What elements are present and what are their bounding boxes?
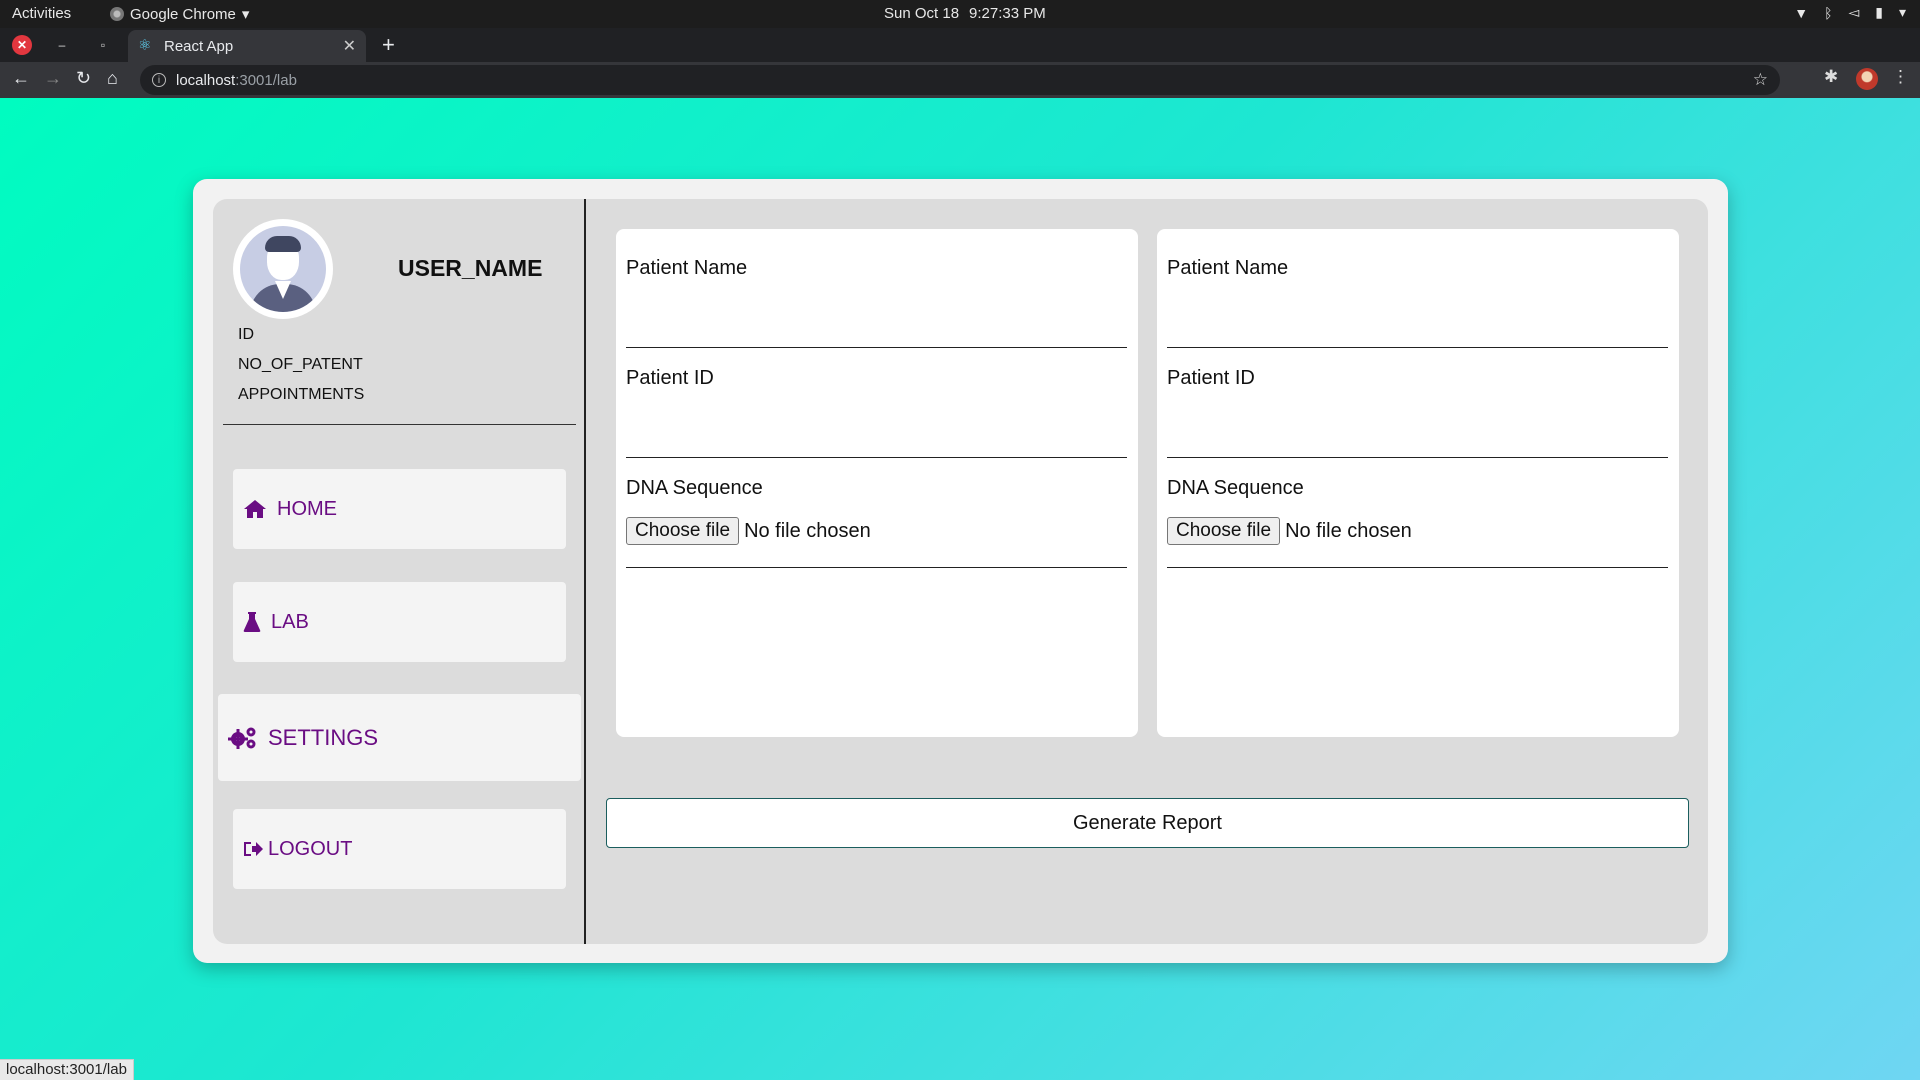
file-status: No file chosen [744, 519, 871, 542]
patient-name-input[interactable] [626, 347, 1127, 348]
generate-report-button[interactable]: Generate Report [606, 798, 1689, 848]
bookmark-star-icon[interactable]: ☆ [1753, 70, 1768, 90]
browser-status-bar: localhost:3001/lab [0, 1059, 134, 1080]
dna-sequence-label: DNA Sequence [1167, 477, 1304, 499]
tab-title: React App [164, 37, 234, 55]
dna-file-input[interactable]: Choose file No file chosen [1167, 517, 1412, 545]
reload-icon[interactable]: ↻ [76, 68, 91, 89]
bluetooth-icon: ᛒ [1824, 4, 1833, 21]
patient-name-label: Patient Name [626, 257, 748, 279]
patient-name-label: Patient Name [1167, 257, 1289, 279]
patient-id-input[interactable] [1167, 457, 1668, 458]
browser-tab[interactable]: ⚛ React App ✕ [128, 30, 366, 62]
profile-patient-count: NO_OF_PATENT [238, 356, 363, 373]
choose-file-button[interactable]: Choose file [626, 517, 740, 545]
app-card: USER_NAME ID NO_OF_PATENT APPOINTMENTS H… [193, 179, 1728, 963]
patient-form-1: Patient Name Patient ID DNA Sequence Cho… [616, 229, 1138, 737]
site-info-icon[interactable]: i [152, 73, 166, 87]
browser-toolbar: ← → ↻ ⌂ i localhost:3001/lab ☆ ✱ ⋮ [0, 62, 1920, 98]
wifi-icon: ▼ [1794, 4, 1809, 21]
sidebar-divider [223, 424, 576, 425]
window-minimize-button[interactable]: – [52, 35, 72, 55]
sidebar: USER_NAME ID NO_OF_PATENT APPOINTMENTS H… [213, 199, 586, 944]
dna-field-underline [1167, 567, 1668, 568]
dna-sequence-label: DNA Sequence [626, 477, 763, 499]
home-icon [243, 499, 267, 519]
page-background: USER_NAME ID NO_OF_PATENT APPOINTMENTS H… [0, 98, 1920, 1080]
sidebar-item-home[interactable]: HOME [233, 469, 566, 549]
chrome-menu-icon[interactable]: ⋮ [1892, 67, 1909, 87]
url-path: :3001/lab [235, 71, 297, 89]
window-close-button[interactable]: ✕ [12, 35, 32, 55]
patient-id-label: Patient ID [1167, 367, 1255, 389]
clock-time: 9:27:33 PM [969, 5, 1046, 22]
battery-icon: ▮ [1875, 4, 1883, 20]
flask-icon [243, 611, 261, 633]
profile-avatar-icon[interactable] [1856, 68, 1878, 90]
os-top-bar: Activities Google Chrome ▾ Sun Oct 18 9:2… [0, 0, 1920, 28]
new-tab-button[interactable]: + [382, 32, 395, 58]
sidebar-item-label: LOGOUT [268, 837, 353, 860]
file-status: No file chosen [1285, 519, 1412, 542]
user-avatar-icon [240, 226, 326, 312]
avatar [233, 219, 333, 319]
clock[interactable]: Sun Oct 18 9:27:33 PM [884, 5, 1056, 22]
window-restore-button[interactable]: ▫ [93, 35, 113, 55]
system-tray[interactable]: ▼ ᛒ ◅ ▮ ▾ [1794, 4, 1906, 21]
tab-strip: ✕ – ▫ ⚛ React App ✕ + [0, 28, 1920, 62]
sidebar-item-label: SETTINGS [268, 724, 379, 750]
username: USER_NAME [398, 255, 543, 281]
sidebar-item-logout[interactable]: LOGOUT [233, 809, 566, 889]
patient-name-input[interactable] [1167, 347, 1668, 348]
app-card-inner: USER_NAME ID NO_OF_PATENT APPOINTMENTS H… [213, 199, 1708, 944]
extensions-icon[interactable]: ✱ [1824, 67, 1838, 87]
sign-out-icon [243, 840, 263, 858]
activities-button[interactable]: Activities [12, 5, 71, 22]
profile-id: ID [238, 326, 254, 343]
patient-form-2: Patient Name Patient ID DNA Sequence Cho… [1157, 229, 1679, 737]
url-host: localhost [176, 71, 236, 89]
sidebar-item-settings[interactable]: SETTINGS [218, 694, 581, 781]
sidebar-item-label: LAB [271, 610, 309, 633]
dna-file-input[interactable]: Choose file No file chosen [626, 517, 871, 545]
app-menu-label: Google Chrome [130, 5, 236, 23]
tab-close-icon[interactable]: ✕ [343, 36, 356, 56]
clock-date: Sun Oct 18 [884, 5, 960, 22]
react-icon: ⚛ [138, 37, 152, 54]
volume-icon: ◅ [1848, 4, 1860, 20]
sidebar-item-label: HOME [277, 497, 337, 520]
chrome-icon [110, 7, 124, 21]
patient-id-label: Patient ID [626, 367, 714, 389]
app-menu[interactable]: Google Chrome ▾ [110, 5, 249, 23]
home-icon[interactable]: ⌂ [107, 68, 118, 89]
caret-down-icon: ▾ [241, 6, 250, 23]
cogs-icon [228, 726, 258, 750]
address-bar[interactable]: i localhost:3001/lab ☆ [140, 65, 1780, 95]
profile-appointments: APPOINTMENTS [238, 386, 365, 403]
power-menu-icon: ▾ [1898, 4, 1906, 20]
patient-id-input[interactable] [626, 457, 1127, 458]
sidebar-item-lab[interactable]: LAB [233, 582, 566, 662]
choose-file-button[interactable]: Choose file [1167, 517, 1281, 545]
forward-icon[interactable]: → [44, 68, 62, 89]
back-icon[interactable]: ← [12, 68, 30, 89]
dna-field-underline [626, 567, 1127, 568]
